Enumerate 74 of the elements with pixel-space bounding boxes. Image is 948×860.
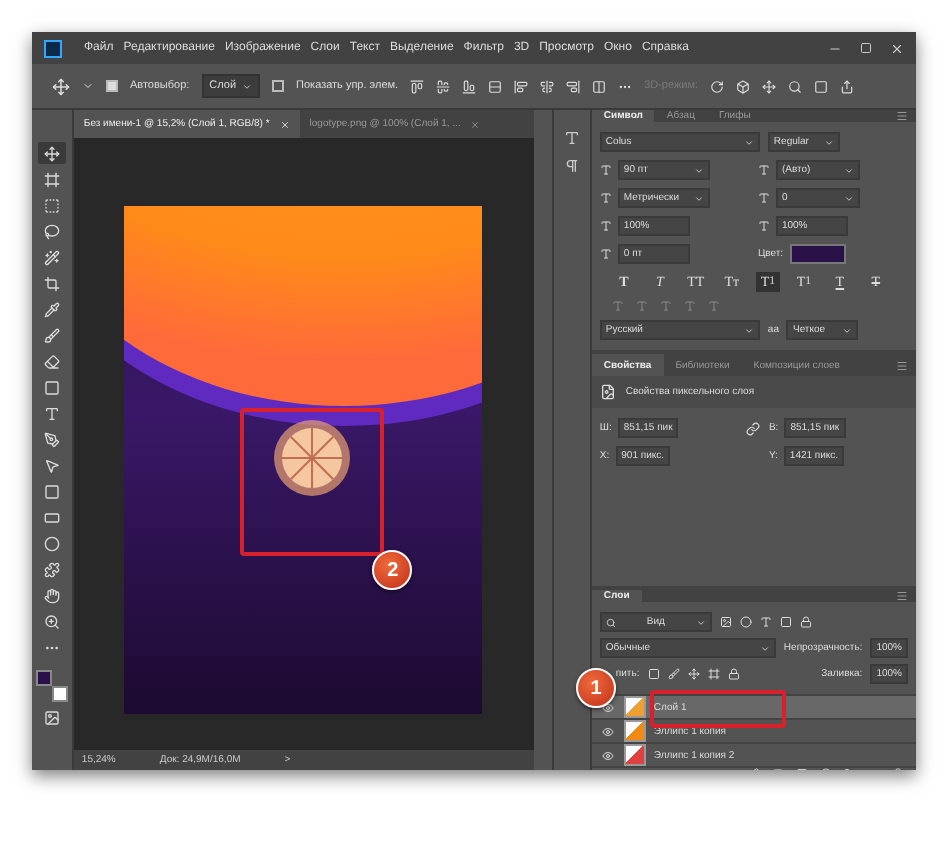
- panel-menu-icon[interactable]: [896, 359, 908, 371]
- move-icon[interactable]: [762, 79, 777, 93]
- adjustment-filter-icon[interactable]: [739, 616, 752, 628]
- zoom-tool-icon[interactable]: [43, 613, 60, 629]
- color-swatch[interactable]: [35, 670, 52, 686]
- text-color-swatch[interactable]: [789, 244, 846, 264]
- shape-tool-icon[interactable]: [43, 561, 60, 577]
- image-icon[interactable]: [43, 709, 60, 725]
- panel-menu-icon[interactable]: [896, 590, 908, 602]
- caret-icon[interactable]: [823, 137, 834, 147]
- caret-icon[interactable]: [693, 165, 704, 175]
- pixel-filter-icon[interactable]: [719, 616, 732, 628]
- step-badge: 1: [576, 668, 616, 708]
- lock-all-icon[interactable]: [727, 668, 740, 680]
- eye-icon[interactable]: [599, 725, 616, 737]
- share-icon[interactable]: [840, 79, 855, 93]
- show-controls-checkbox[interactable]: [272, 80, 285, 92]
- search-icon[interactable]: [605, 617, 616, 627]
- eye-icon[interactable]: [599, 749, 616, 761]
- align-middle-icon[interactable]: [436, 79, 451, 93]
- character-panel-icon[interactable]: [563, 130, 580, 146]
- caret-icon[interactable]: [842, 325, 853, 335]
- align-left-icon[interactable]: [514, 79, 529, 93]
- eyedropper-tool-icon[interactable]: [43, 301, 60, 317]
- caret-icon[interactable]: [743, 137, 754, 147]
- lock-paint-icon[interactable]: [667, 668, 680, 680]
- autoselect-checkbox[interactable]: [106, 80, 118, 92]
- pen-tool-icon[interactable]: [43, 431, 60, 447]
- caret-icon[interactable]: [693, 193, 704, 203]
- cube-icon[interactable]: [736, 79, 751, 93]
- wand-tool-icon[interactable]: [43, 249, 60, 265]
- search-icon[interactable]: [788, 79, 803, 93]
- rotate-icon[interactable]: [710, 79, 725, 93]
- crop-tool-icon[interactable]: [43, 275, 60, 291]
- maximize-icon[interactable]: [860, 41, 872, 53]
- eraser-tool-icon[interactable]: [43, 353, 60, 369]
- align-bottom-icon[interactable]: [462, 79, 477, 93]
- close-icon[interactable]: [890, 41, 904, 55]
- pointer-tool-icon[interactable]: [43, 457, 60, 473]
- tool-button[interactable]: [37, 142, 66, 164]
- move-icon[interactable]: [52, 77, 70, 95]
- align-center-icon[interactable]: [540, 79, 555, 93]
- brush-tool-icon[interactable]: [43, 327, 60, 343]
- paragraph-panel-icon[interactable]: [563, 158, 580, 174]
- align-top-icon[interactable]: [410, 79, 425, 93]
- font-size-icon: [599, 164, 612, 176]
- caret-icon[interactable]: [743, 325, 754, 335]
- marquee-tool-icon[interactable]: [43, 197, 60, 213]
- shape-filter-icon[interactable]: [779, 616, 792, 628]
- ellipse-tool-icon[interactable]: [43, 535, 60, 551]
- hand-tool-icon[interactable]: [43, 587, 60, 603]
- caret-icon[interactable]: [695, 617, 706, 627]
- caret-icon[interactable]: [242, 81, 253, 91]
- lock-position-icon[interactable]: [687, 668, 700, 680]
- eye-icon[interactable]: [599, 701, 616, 713]
- move-tool-icon[interactable]: [43, 145, 60, 161]
- type-tool-icon[interactable]: [43, 405, 60, 421]
- type-filter-icon[interactable]: [759, 616, 772, 628]
- caret-icon[interactable]: [759, 643, 770, 653]
- lasso-tool-icon[interactable]: [43, 223, 60, 239]
- caret-icon[interactable]: [843, 193, 854, 203]
- align-right-icon[interactable]: [566, 79, 581, 93]
- pixel-layer-icon: [599, 384, 616, 400]
- app-logo-icon: [44, 39, 62, 57]
- caret-icon[interactable]: [843, 165, 854, 175]
- caret-icon[interactable]: [82, 80, 94, 92]
- rounded-tool-icon[interactable]: [43, 509, 60, 525]
- color-swatch[interactable]: [51, 686, 68, 702]
- panel-menu-icon[interactable]: [896, 110, 908, 122]
- link-icon[interactable]: [746, 421, 761, 435]
- rectangle-tool-icon[interactable]: [43, 483, 60, 499]
- highlight-frame: [650, 690, 786, 728]
- artboard-tool-icon[interactable]: [43, 171, 60, 187]
- fruit-slice-drawing: [272, 418, 353, 498]
